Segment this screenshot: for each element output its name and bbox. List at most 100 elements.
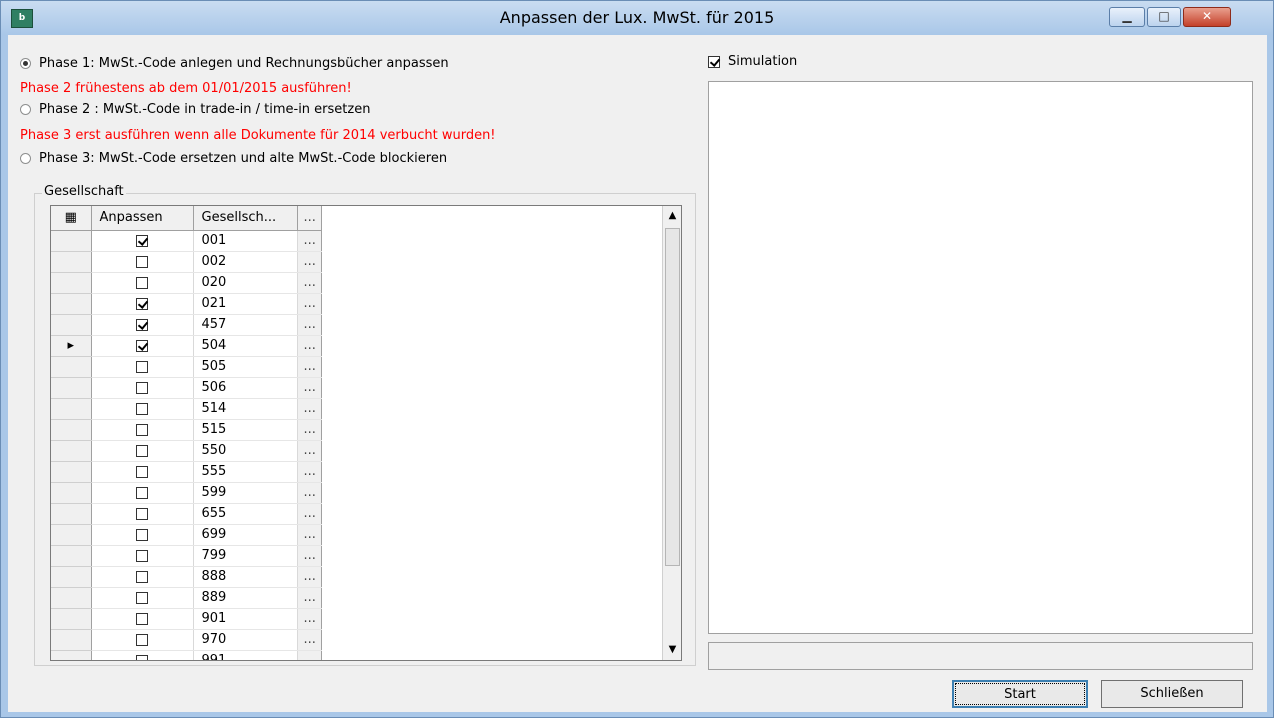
table-row[interactable]: 550... (51, 440, 322, 462)
row-selector[interactable] (51, 482, 92, 504)
ellipsis-cell[interactable]: ... (297, 272, 322, 294)
anpassen-cell[interactable] (91, 545, 194, 567)
anpassen-cell[interactable] (91, 629, 194, 651)
scroll-thumb[interactable] (665, 228, 680, 566)
row-selector[interactable] (51, 356, 92, 378)
table-row[interactable]: 901... (51, 608, 322, 630)
phase1-radio[interactable] (20, 57, 31, 69)
anpassen-checkbox[interactable] (136, 654, 148, 660)
company-grid[interactable]: ▦ Anpassen Gesellsch... ... 001... 002...… (50, 205, 682, 661)
column-header-ellipsis[interactable]: ... (297, 206, 322, 231)
anpassen-checkbox[interactable] (136, 507, 148, 520)
phase3-option[interactable]: Phase 3: MwSt.-Code ersetzen und alte Mw… (20, 148, 447, 168)
row-selector[interactable] (51, 440, 92, 462)
anpassen-checkbox[interactable] (136, 339, 148, 352)
row-selector[interactable] (51, 608, 92, 630)
ellipsis-cell[interactable]: ... (297, 419, 322, 441)
anpassen-cell[interactable] (91, 230, 194, 252)
table-row[interactable]: 457... (51, 314, 322, 336)
anpassen-cell[interactable] (91, 566, 194, 588)
anpassen-checkbox[interactable] (136, 276, 148, 289)
phase1-option[interactable]: Phase 1: MwSt.-Code anlegen und Rechnung… (20, 53, 449, 73)
phase2-option[interactable]: Phase 2 : MwSt.-Code in trade-in / time-… (20, 99, 370, 119)
anpassen-checkbox[interactable] (136, 633, 148, 646)
row-selector[interactable] (51, 461, 92, 483)
row-selector[interactable] (51, 629, 92, 651)
table-row[interactable]: 021... (51, 293, 322, 315)
table-row[interactable]: 002... (51, 251, 322, 273)
anpassen-cell[interactable] (91, 461, 194, 483)
ellipsis-cell[interactable]: ... (297, 335, 322, 357)
ellipsis-cell[interactable]: ... (297, 356, 322, 378)
anpassen-cell[interactable] (91, 251, 194, 273)
ellipsis-cell[interactable]: ... (297, 230, 322, 252)
anpassen-cell[interactable] (91, 419, 194, 441)
anpassen-checkbox[interactable] (136, 402, 148, 415)
row-selector[interactable] (51, 503, 92, 525)
anpassen-checkbox[interactable] (136, 549, 148, 562)
column-header-anpassen[interactable]: Anpassen (91, 206, 194, 231)
anpassen-cell[interactable] (91, 314, 194, 336)
ellipsis-cell[interactable]: ... (297, 461, 322, 483)
table-row[interactable]: 505... (51, 356, 322, 378)
table-row[interactable]: 991... (51, 650, 322, 660)
ellipsis-cell[interactable]: ... (297, 482, 322, 504)
table-row[interactable]: 889... (51, 587, 322, 609)
row-selector[interactable] (51, 251, 92, 273)
ellipsis-cell[interactable]: ... (297, 608, 322, 630)
scroll-up-icon[interactable]: ▲ (663, 206, 681, 226)
select-all-icon[interactable]: ▦ (51, 206, 92, 231)
close-window-button[interactable]: ✕ (1183, 7, 1231, 27)
row-selector[interactable] (51, 419, 92, 441)
anpassen-checkbox[interactable] (136, 486, 148, 499)
anpassen-checkbox[interactable] (136, 591, 148, 604)
table-row[interactable]: ▸ 504... (51, 335, 322, 357)
ellipsis-cell[interactable]: ... (297, 251, 322, 273)
row-selector[interactable] (51, 293, 92, 315)
anpassen-cell[interactable] (91, 524, 194, 546)
ellipsis-cell[interactable]: ... (297, 440, 322, 462)
anpassen-cell[interactable] (91, 356, 194, 378)
grid-vertical-scrollbar[interactable]: ▲ ▼ (662, 206, 681, 660)
row-selector[interactable] (51, 566, 92, 588)
ellipsis-cell[interactable]: ... (297, 503, 322, 525)
anpassen-checkbox[interactable] (136, 360, 148, 373)
ellipsis-cell[interactable]: ... (297, 398, 322, 420)
table-row[interactable]: 970... (51, 629, 322, 651)
table-row[interactable]: 655... (51, 503, 322, 525)
row-selector[interactable] (51, 524, 92, 546)
row-selector[interactable] (51, 314, 92, 336)
anpassen-cell[interactable] (91, 650, 194, 660)
close-button[interactable]: Schließen (1101, 680, 1243, 708)
anpassen-checkbox[interactable] (136, 297, 148, 310)
table-row[interactable]: 888... (51, 566, 322, 588)
anpassen-cell[interactable] (91, 482, 194, 504)
row-selector[interactable] (51, 272, 92, 294)
anpassen-checkbox[interactable] (136, 612, 148, 625)
current-row-indicator-icon[interactable]: ▸ (51, 335, 92, 357)
row-selector[interactable] (51, 545, 92, 567)
ellipsis-cell[interactable]: ... (297, 293, 322, 315)
anpassen-checkbox[interactable] (136, 423, 148, 436)
phase3-radio[interactable] (20, 152, 31, 164)
table-row[interactable]: 515... (51, 419, 322, 441)
ellipsis-cell[interactable]: ... (297, 545, 322, 567)
ellipsis-cell[interactable]: ... (297, 377, 322, 399)
table-row[interactable]: 599... (51, 482, 322, 504)
anpassen-cell[interactable] (91, 608, 194, 630)
row-selector[interactable] (51, 398, 92, 420)
phase2-radio[interactable] (20, 103, 31, 115)
anpassen-cell[interactable] (91, 440, 194, 462)
anpassen-checkbox[interactable] (136, 381, 148, 394)
minimize-button[interactable]: ▁ (1109, 7, 1145, 27)
table-row[interactable]: 555... (51, 461, 322, 483)
anpassen-cell[interactable] (91, 398, 194, 420)
anpassen-checkbox[interactable] (136, 528, 148, 541)
table-row[interactable]: 020... (51, 272, 322, 294)
anpassen-checkbox[interactable] (136, 255, 148, 268)
ellipsis-cell[interactable]: ... (297, 650, 322, 660)
anpassen-cell[interactable] (91, 335, 194, 357)
ellipsis-cell[interactable]: ... (297, 566, 322, 588)
anpassen-checkbox[interactable] (136, 234, 148, 247)
anpassen-cell[interactable] (91, 503, 194, 525)
